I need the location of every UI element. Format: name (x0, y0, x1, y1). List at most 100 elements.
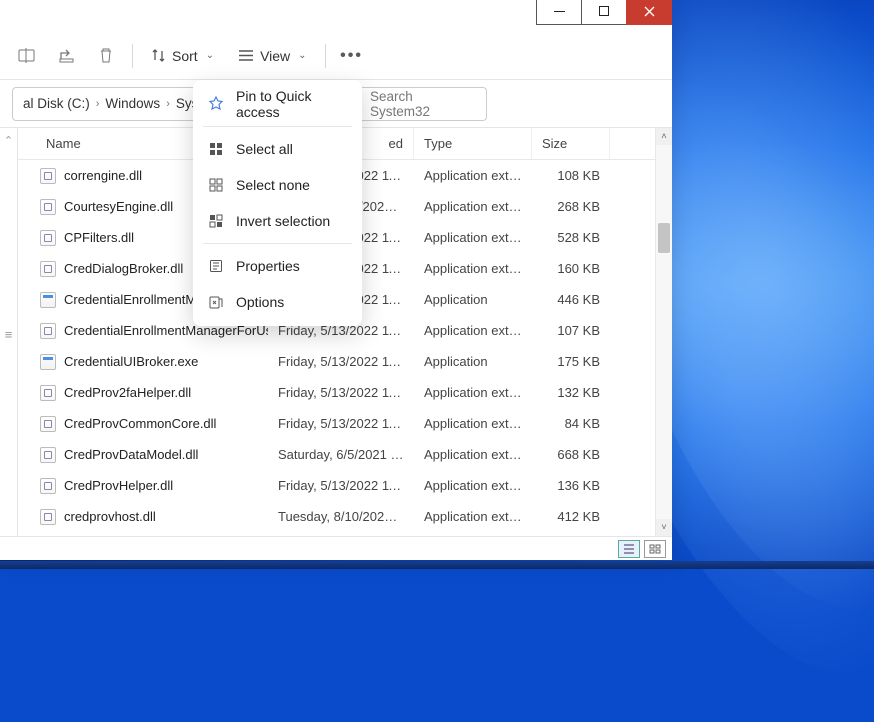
menu-label: Invert selection (236, 213, 330, 229)
maximize-button[interactable] (581, 0, 627, 25)
cell-type: Application exten… (414, 416, 532, 431)
cell-date: Friday, 5/13/2022 11:01… (268, 354, 414, 369)
rename-button[interactable] (8, 38, 44, 74)
cell-name: CredProv2faHelper.dll (18, 385, 268, 401)
menu-properties[interactable]: Properties (193, 248, 362, 284)
close-button[interactable] (626, 0, 672, 25)
column-type[interactable]: Type (414, 128, 532, 159)
cell-type: Application exten… (414, 385, 532, 400)
cell-date: Friday, 5/13/2022 11:01… (268, 416, 414, 431)
menu-options[interactable]: Options (193, 284, 362, 320)
scroll-down-icon[interactable]: ˅ (656, 519, 672, 536)
cell-name: CredProvCommonCore.dll (18, 416, 268, 432)
scrollbar[interactable]: ˄ ˅ (655, 128, 672, 536)
minimize-button[interactable] (536, 0, 582, 25)
file-name: CredProvHelper.dll (64, 478, 173, 493)
details-view-button[interactable] (618, 540, 640, 558)
cell-name: CredProvHelper.dll (18, 478, 268, 494)
search-placeholder: Search System32 (370, 89, 476, 119)
breadcrumb-part[interactable]: al Disk (C:) (23, 96, 90, 111)
options-icon (207, 294, 224, 311)
scroll-thumb[interactable] (658, 223, 670, 253)
menu-label: Options (236, 294, 284, 310)
chevron-down-icon: ⌄ (298, 50, 306, 61)
chevron-right-icon: › (96, 98, 100, 110)
file-name: CourtesyEngine.dll (64, 199, 173, 214)
cell-type: Application exten… (414, 323, 532, 338)
cell-date: Tuesday, 8/10/2021 12:… (268, 509, 414, 524)
cell-type: Application exten… (414, 168, 532, 183)
cell-size: 268 KB (532, 199, 610, 214)
column-type-label: Type (424, 136, 452, 151)
table-row[interactable]: CredProvHelper.dll Friday, 5/13/2022 11:0… (18, 470, 655, 501)
column-size-label: Size (542, 136, 567, 151)
cell-type: Application exten… (414, 509, 532, 524)
cell-name: credprovhost.dll (18, 509, 268, 525)
cell-date: Friday, 5/13/2022 11:01… (268, 478, 414, 493)
table-row[interactable]: CredProvDataModel.dllSaturday, 6/5/2021 … (18, 439, 655, 470)
dll-file-icon (40, 478, 56, 494)
separator (203, 243, 352, 244)
menu-label: Select none (236, 177, 310, 193)
file-name: CPFilters.dll (64, 230, 134, 245)
chevron-left-icon[interactable]: ≡ (5, 327, 13, 342)
dll-file-icon (40, 509, 56, 525)
table-row[interactable]: credprovhost.dllTuesday, 8/10/2021 12:…A… (18, 501, 655, 532)
file-name: CredProv2faHelper.dll (64, 385, 191, 400)
file-name: correngine.dll (64, 168, 142, 183)
rename-icon (18, 47, 35, 64)
dll-file-icon (40, 323, 56, 339)
status-bar (0, 536, 672, 560)
cell-size: 175 KB (532, 354, 610, 369)
cell-size: 528 KB (532, 230, 610, 245)
cell-type: Application (414, 354, 532, 369)
exe-file-icon (40, 292, 56, 308)
thumbnails-view-button[interactable] (644, 540, 666, 558)
chevron-down-icon: ⌄ (206, 50, 214, 61)
details-icon (623, 544, 635, 554)
table-row[interactable]: CredProvCommonCore.dll Friday, 5/13/2022 … (18, 408, 655, 439)
share-icon (58, 47, 75, 64)
more-button[interactable]: ••• (334, 38, 370, 74)
cell-size: 132 KB (532, 385, 610, 400)
dll-file-icon (40, 416, 56, 432)
chevron-up-icon[interactable]: ⌃ (4, 134, 13, 147)
thumbnails-icon (649, 544, 661, 554)
menu-select-all[interactable]: Select all (193, 131, 362, 167)
pin-icon (207, 96, 224, 113)
cell-size: 160 KB (532, 261, 610, 276)
cell-date: Saturday, 6/5/2021 12:… (268, 447, 414, 462)
cell-name: CredProvDataModel.dll (18, 447, 268, 463)
maximize-icon (599, 6, 609, 16)
menu-label: Select all (236, 141, 293, 157)
column-size[interactable]: Size (532, 128, 610, 159)
file-name: CredProvCommonCore.dll (64, 416, 216, 431)
cell-size: 136 KB (532, 478, 610, 493)
file-name: CredDialogBroker.dll (64, 261, 183, 276)
cell-type: Application exten… (414, 261, 532, 276)
menu-pin-to-quick-access[interactable]: Pin to Quick access (193, 86, 362, 122)
cell-type: Application (414, 292, 532, 307)
scroll-up-icon[interactable]: ˄ (656, 128, 672, 145)
nav-pane-collapsed[interactable]: ⌃ ≡ (0, 128, 18, 536)
breadcrumb-part[interactable]: Windows (105, 96, 160, 111)
dll-file-icon (40, 230, 56, 246)
sort-button[interactable]: Sort ⌄ (141, 42, 224, 70)
dll-file-icon (40, 447, 56, 463)
menu-select-none[interactable]: Select none (193, 167, 362, 203)
select-all-icon (207, 141, 224, 158)
sort-label: Sort (172, 48, 198, 64)
cell-size: 446 KB (532, 292, 610, 307)
cell-size: 412 KB (532, 509, 610, 524)
dll-file-icon (40, 199, 56, 215)
menu-invert-selection[interactable]: Invert selection (193, 203, 362, 239)
delete-button[interactable] (88, 38, 124, 74)
taskbar[interactable] (0, 561, 874, 569)
table-row[interactable]: CredentialUIBroker.exeFriday, 5/13/2022 … (18, 346, 655, 377)
view-button[interactable]: View ⌄ (228, 42, 316, 70)
scroll-track[interactable] (656, 145, 672, 519)
invert-selection-icon (207, 213, 224, 230)
table-row[interactable]: CredProv2faHelper.dllFriday, 5/13/2022 1… (18, 377, 655, 408)
share-button[interactable] (48, 38, 84, 74)
separator (325, 44, 326, 68)
